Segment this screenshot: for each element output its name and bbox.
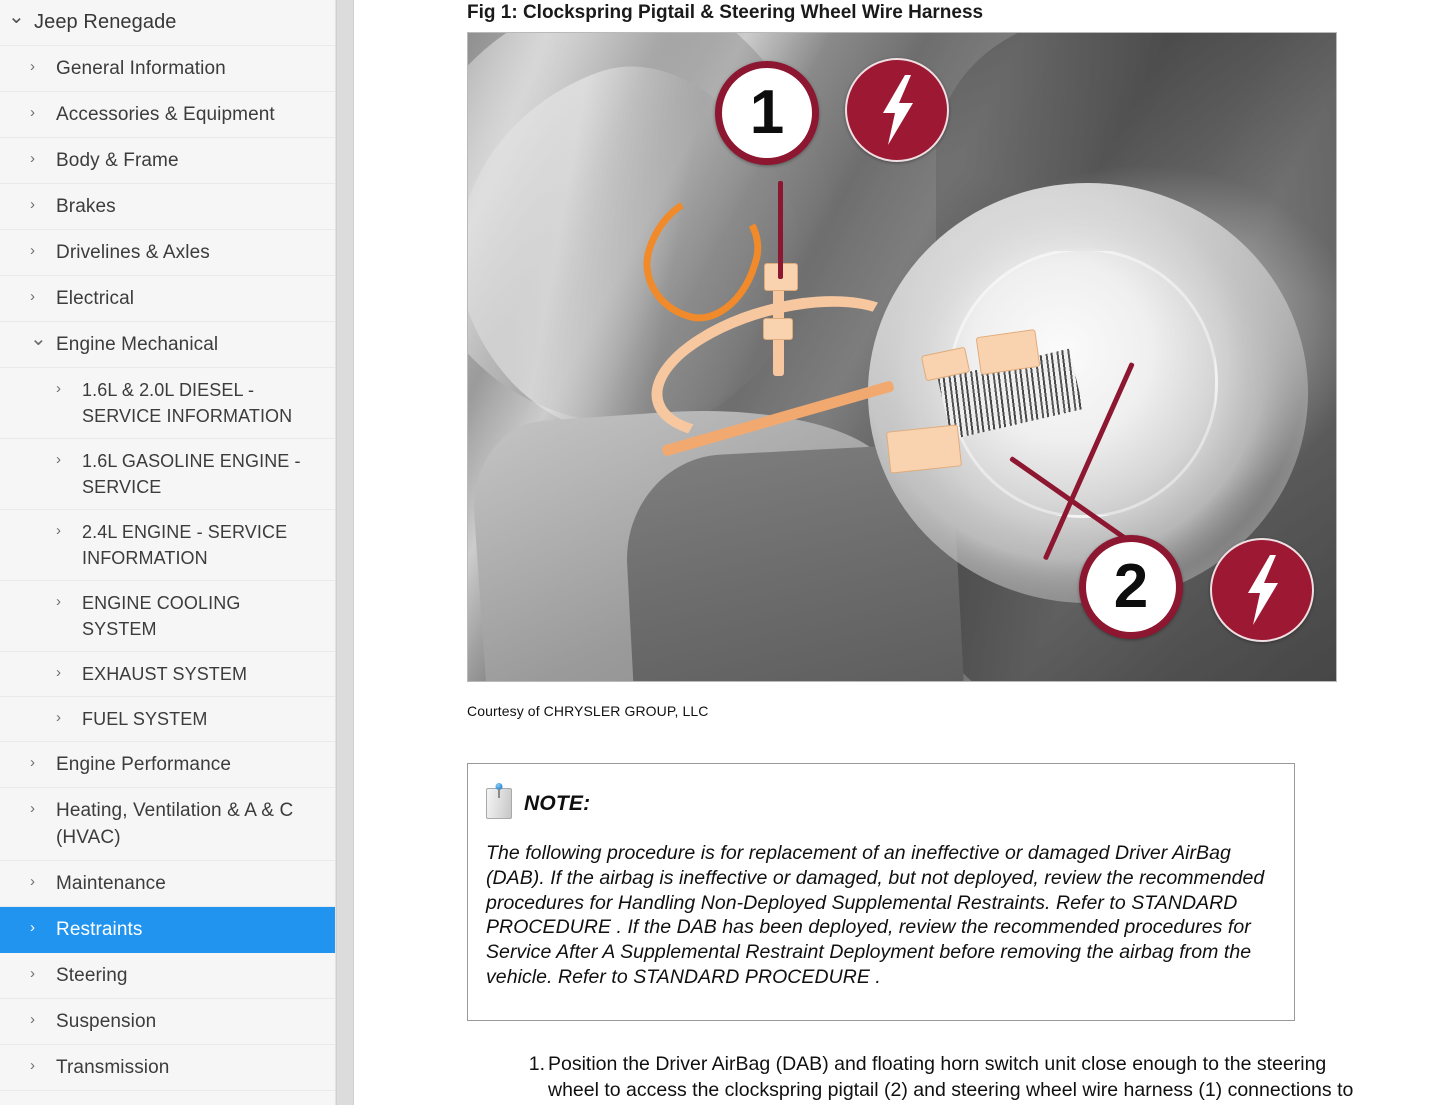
sidebar-item-engine-mechanical[interactable]: ⌄Engine Mechanical xyxy=(0,322,335,368)
electrical-hazard-badge-2 xyxy=(1210,538,1314,642)
sidebar-item-transmission[interactable]: ›Transmission xyxy=(0,1045,335,1091)
chevron-right-icon[interactable]: › xyxy=(30,870,56,892)
chevron-right-icon[interactable]: › xyxy=(56,519,82,541)
sidebar-item-engine-cooling-system[interactable]: ›ENGINE COOLING SYSTEM xyxy=(0,581,335,652)
lightning-bolt-icon xyxy=(875,73,919,147)
document-body: Fig 1: Clockspring Pigtail & Steering Wh… xyxy=(354,0,1445,1105)
chevron-right-icon[interactable]: › xyxy=(30,285,56,307)
figure-image[interactable]: 1 2 xyxy=(467,32,1337,682)
sidebar-item-wiring-diagrams[interactable]: ›Wiring Diagrams xyxy=(0,1091,335,1105)
sidebar-item-1-6l-2-0l-diesel-service-information[interactable]: ›1.6L & 2.0L DIESEL - SERVICE INFORMATIO… xyxy=(0,368,335,439)
chevron-right-icon[interactable]: › xyxy=(30,147,56,169)
sidebar-item-label: Jeep Renegade xyxy=(34,9,325,36)
sidebar-item-engine-performance[interactable]: ›Engine Performance xyxy=(0,742,335,788)
figure-courtesy: Courtesy of CHRYSLER GROUP, LLC xyxy=(467,703,1445,719)
sidebar-item-label: Drivelines & Axles xyxy=(56,239,325,266)
sidebar-item-general-information[interactable]: ›General Information xyxy=(0,46,335,92)
chevron-right-icon[interactable]: › xyxy=(56,661,82,683)
chevron-right-icon[interactable]: › xyxy=(56,706,82,728)
callout-2-badge: 2 xyxy=(1079,535,1183,639)
sidebar-item-label: Body & Frame xyxy=(56,147,325,174)
sidebar-item-label: FUEL SYSTEM xyxy=(82,706,325,732)
sidebar-item-suspension[interactable]: ›Suspension xyxy=(0,999,335,1045)
chevron-right-icon[interactable]: › xyxy=(30,239,56,261)
figure-title: Fig 1: Clockspring Pigtail & Steering Wh… xyxy=(467,0,1445,28)
chevron-right-icon[interactable]: › xyxy=(56,448,82,470)
chevron-right-icon[interactable]: › xyxy=(30,797,56,819)
sidebar-item-label: Suspension xyxy=(56,1008,325,1035)
sidebar-item-label: 2.4L ENGINE - SERVICE INFORMATION xyxy=(82,519,325,571)
connector-harness-lower xyxy=(763,318,793,340)
sidebar-vertical-scrollbar[interactable] xyxy=(336,0,354,1105)
sidebar-item-label: 1.6L GASOLINE ENGINE - SERVICE xyxy=(82,448,325,500)
sidebar-item-list: ⌄Jeep Renegade›General Information›Acces… xyxy=(0,0,335,1105)
sidebar-item-restraints[interactable]: ›Restraints xyxy=(0,907,335,953)
sidebar-item-fuel-system[interactable]: ›FUEL SYSTEM xyxy=(0,697,335,742)
chevron-right-icon[interactable]: › xyxy=(30,193,56,215)
sidebar: ⌄Jeep Renegade›General Information›Acces… xyxy=(0,0,354,1105)
sidebar-item-label: Restraints xyxy=(56,916,325,943)
sidebar-item-jeep-renegade[interactable]: ⌄Jeep Renegade xyxy=(0,0,335,46)
note-title: NOTE: xyxy=(524,792,590,816)
sidebar-item-label: Transmission xyxy=(56,1054,325,1081)
sidebar-item-label: ENGINE COOLING SYSTEM xyxy=(82,590,325,642)
chevron-right-icon[interactable]: › xyxy=(30,1008,56,1030)
chevron-down-icon[interactable]: ⌄ xyxy=(30,331,56,346)
navigation-tree: ⌄Jeep Renegade›General Information›Acces… xyxy=(0,0,336,1105)
sidebar-item-body-frame[interactable]: ›Body & Frame xyxy=(0,138,335,184)
note-body-text: The following procedure is for replaceme… xyxy=(486,841,1268,990)
sidebar-item-label: Steering xyxy=(56,962,325,989)
callout-1-badge: 1 xyxy=(715,61,819,165)
sidebar-item-label: 1.6L & 2.0L DIESEL - SERVICE INFORMATION xyxy=(82,377,325,429)
chevron-right-icon[interactable]: › xyxy=(56,590,82,612)
sidebar-item-heating-ventilation-a-c-hvac[interactable]: ›Heating, Ventilation & A & C (HVAC) xyxy=(0,788,335,861)
sidebar-item-label: Maintenance xyxy=(56,870,325,897)
lightning-bolt-icon xyxy=(1240,553,1284,627)
chevron-right-icon[interactable]: › xyxy=(30,916,56,938)
sidebar-item-exhaust-system[interactable]: ›EXHAUST SYSTEM xyxy=(0,652,335,697)
sidebar-item-1-6l-gasoline-engine-service[interactable]: ›1.6L GASOLINE ENGINE - SERVICE xyxy=(0,439,335,510)
document-content-pane: Fig 1: Clockspring Pigtail & Steering Wh… xyxy=(354,0,1445,1105)
sidebar-item-label: Engine Performance xyxy=(56,751,325,778)
procedure-step-list: Position the Driver AirBag (DAB) and flo… xyxy=(467,1051,1445,1105)
callout-2-number: 2 xyxy=(1114,556,1148,618)
sidebar-item-label: General Information xyxy=(56,55,325,82)
sidebar-item-label: Brakes xyxy=(56,193,325,220)
connector-initiator-lower xyxy=(886,424,962,473)
app-root: ⌄Jeep Renegade›General Information›Acces… xyxy=(0,0,1445,1105)
sidebar-item-label: Accessories & Equipment xyxy=(56,101,325,128)
sidebar-item-electrical[interactable]: ›Electrical xyxy=(0,276,335,322)
sidebar-item-brakes[interactable]: ›Brakes xyxy=(0,184,335,230)
chevron-right-icon[interactable]: › xyxy=(30,101,56,123)
sidebar-item-label: Wiring Diagrams xyxy=(56,1100,325,1105)
chevron-right-icon[interactable]: › xyxy=(30,55,56,77)
chevron-down-icon[interactable]: ⌄ xyxy=(8,9,34,24)
note-callout-box: NOTE: The following procedure is for rep… xyxy=(467,763,1295,1021)
callout-1-leader-line xyxy=(778,181,783,279)
sidebar-item-label: Electrical xyxy=(56,285,325,312)
chevron-right-icon[interactable]: › xyxy=(30,1100,56,1105)
procedure-step: Position the Driver AirBag (DAB) and flo… xyxy=(523,1051,1361,1105)
chevron-right-icon[interactable]: › xyxy=(30,962,56,984)
sidebar-item-steering[interactable]: ›Steering xyxy=(0,953,335,999)
note-clipboard-icon xyxy=(486,788,512,819)
callout-1-number: 1 xyxy=(750,82,784,144)
electrical-hazard-badge-1 xyxy=(845,58,949,162)
sidebar-item-maintenance[interactable]: ›Maintenance xyxy=(0,861,335,907)
sidebar-item-label: Engine Mechanical xyxy=(56,331,325,358)
sidebar-item-drivelines-axles[interactable]: ›Drivelines & Axles xyxy=(0,230,335,276)
chevron-right-icon[interactable]: › xyxy=(30,1054,56,1076)
chevron-right-icon[interactable]: › xyxy=(56,377,82,399)
sidebar-item-label: Heating, Ventilation & A & C (HVAC) xyxy=(56,797,325,851)
sidebar-item-accessories-equipment[interactable]: ›Accessories & Equipment xyxy=(0,92,335,138)
sidebar-item-label: EXHAUST SYSTEM xyxy=(82,661,325,687)
chevron-right-icon[interactable]: › xyxy=(30,751,56,773)
sidebar-item-2-4l-engine-service-information[interactable]: ›2.4L ENGINE - SERVICE INFORMATION xyxy=(0,510,335,581)
note-header: NOTE: xyxy=(486,788,1268,819)
